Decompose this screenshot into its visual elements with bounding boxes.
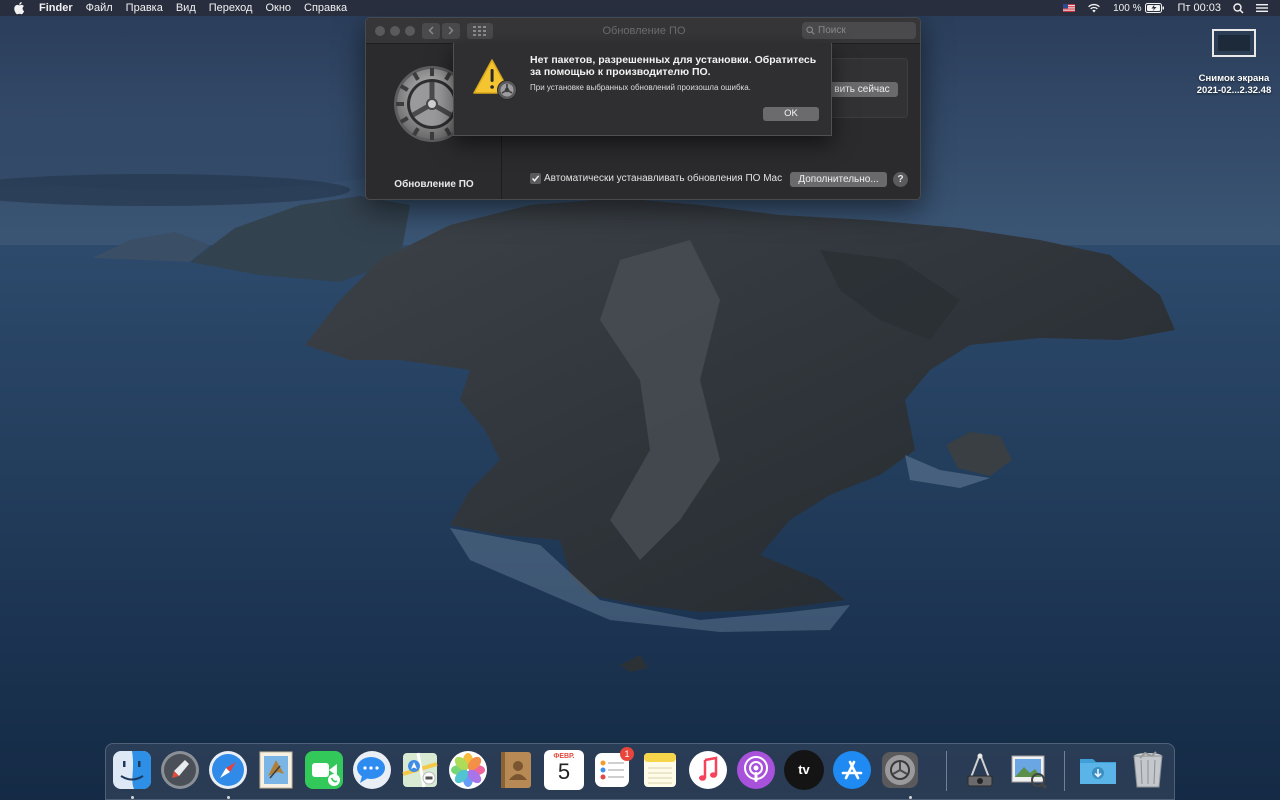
desktop-screenshot-file[interactable]: Снимок экрана 2021-02...2.32.48: [1188, 29, 1280, 97]
menu-app-finder[interactable]: Finder: [39, 0, 73, 16]
wifi-icon[interactable]: [1087, 3, 1101, 13]
finder-icon[interactable]: [112, 750, 152, 790]
spotlight-search-icon[interactable]: [1233, 2, 1244, 14]
menu-window[interactable]: Окно: [265, 0, 291, 16]
maps-icon[interactable]: [400, 750, 440, 790]
alert-title: Нет пакетов, разрешенных для установки. …: [530, 54, 817, 78]
update-now-button[interactable]: вить сейчас: [826, 82, 898, 97]
safari-running-indicator: [227, 796, 230, 799]
system-preferences-running-indicator: [909, 796, 912, 799]
screenshot-thumbnail: [1212, 29, 1256, 57]
finder-running-indicator: [131, 796, 134, 799]
menu-help[interactable]: Справка: [304, 0, 347, 16]
apple-tv-icon[interactable]: tv: [784, 750, 824, 790]
photos-icon[interactable]: [448, 750, 488, 790]
messages-icon[interactable]: [352, 750, 392, 790]
checkmark-icon: [531, 175, 540, 182]
menu-go[interactable]: Переход: [209, 0, 253, 16]
contacts-icon[interactable]: [496, 750, 536, 790]
dock-separator: [946, 751, 947, 791]
apple-logo-icon[interactable]: [13, 1, 27, 15]
menu-view[interactable]: Вид: [176, 0, 196, 16]
downloads-folder-icon[interactable]: [1078, 750, 1118, 790]
window-titlebar: Обновление ПО Поиск: [366, 18, 920, 44]
menu-edit[interactable]: Правка: [126, 0, 163, 16]
advanced-button[interactable]: Дополнительно...: [790, 172, 887, 187]
facetime-icon[interactable]: [304, 750, 344, 790]
search-icon: [806, 26, 815, 35]
clock[interactable]: Пт 00:03: [1177, 2, 1221, 14]
sidebar-title: Обновление ПО: [394, 179, 474, 190]
search-placeholder: Поиск: [818, 25, 846, 36]
music-icon[interactable]: [688, 750, 728, 790]
battery-charging-icon[interactable]: [1145, 3, 1165, 13]
us-flag-icon[interactable]: [1063, 4, 1076, 12]
calendar-day: 5: [557, 759, 571, 784]
preview-icon[interactable]: [1008, 750, 1048, 790]
file-name-line2: 2021-02...2.32.48: [1196, 85, 1272, 96]
battery-percent: 100 %: [1113, 2, 1142, 14]
error-alert-sheet: Нет пакетов, разрешенных для установки. …: [453, 43, 832, 136]
mail-icon[interactable]: [256, 750, 296, 790]
safari-icon[interactable]: [208, 750, 248, 790]
alert-message: При установке выбранных обновлений произ…: [530, 83, 751, 92]
auto-update-label[interactable]: Автоматически устанавливать обновления П…: [544, 173, 782, 184]
dock: ФЕВР. 5 1 tv: [105, 743, 1175, 800]
screenshot-utility-icon[interactable]: [960, 750, 1000, 790]
system-preferences-icon[interactable]: [880, 750, 920, 790]
auto-update-row: Автоматически устанавливать обновления П…: [530, 173, 782, 184]
ok-button[interactable]: OK: [763, 107, 819, 121]
podcasts-icon[interactable]: [736, 750, 776, 790]
reminders-badge: 1: [620, 747, 634, 761]
menu-bar: Finder Файл Правка Вид Переход Окно Спра…: [0, 0, 1280, 16]
warning-icon: [473, 59, 517, 100]
calendar-icon[interactable]: ФЕВР. 5: [544, 750, 584, 790]
notes-icon[interactable]: [640, 750, 680, 790]
file-name-line1: Снимок экрана: [1198, 73, 1270, 84]
app-store-icon[interactable]: [832, 750, 872, 790]
launchpad-icon[interactable]: [160, 750, 200, 790]
search-field[interactable]: Поиск: [802, 22, 916, 39]
reminders-icon[interactable]: 1: [592, 747, 634, 790]
auto-update-checkbox[interactable]: [530, 173, 541, 184]
control-center-icon[interactable]: [1256, 3, 1268, 13]
menu-file[interactable]: Файл: [86, 0, 113, 16]
help-button[interactable]: ?: [893, 172, 908, 187]
trash-icon[interactable]: [1128, 750, 1168, 790]
apple-tv-label: tv: [798, 762, 810, 777]
dock-separator: [1064, 751, 1065, 791]
